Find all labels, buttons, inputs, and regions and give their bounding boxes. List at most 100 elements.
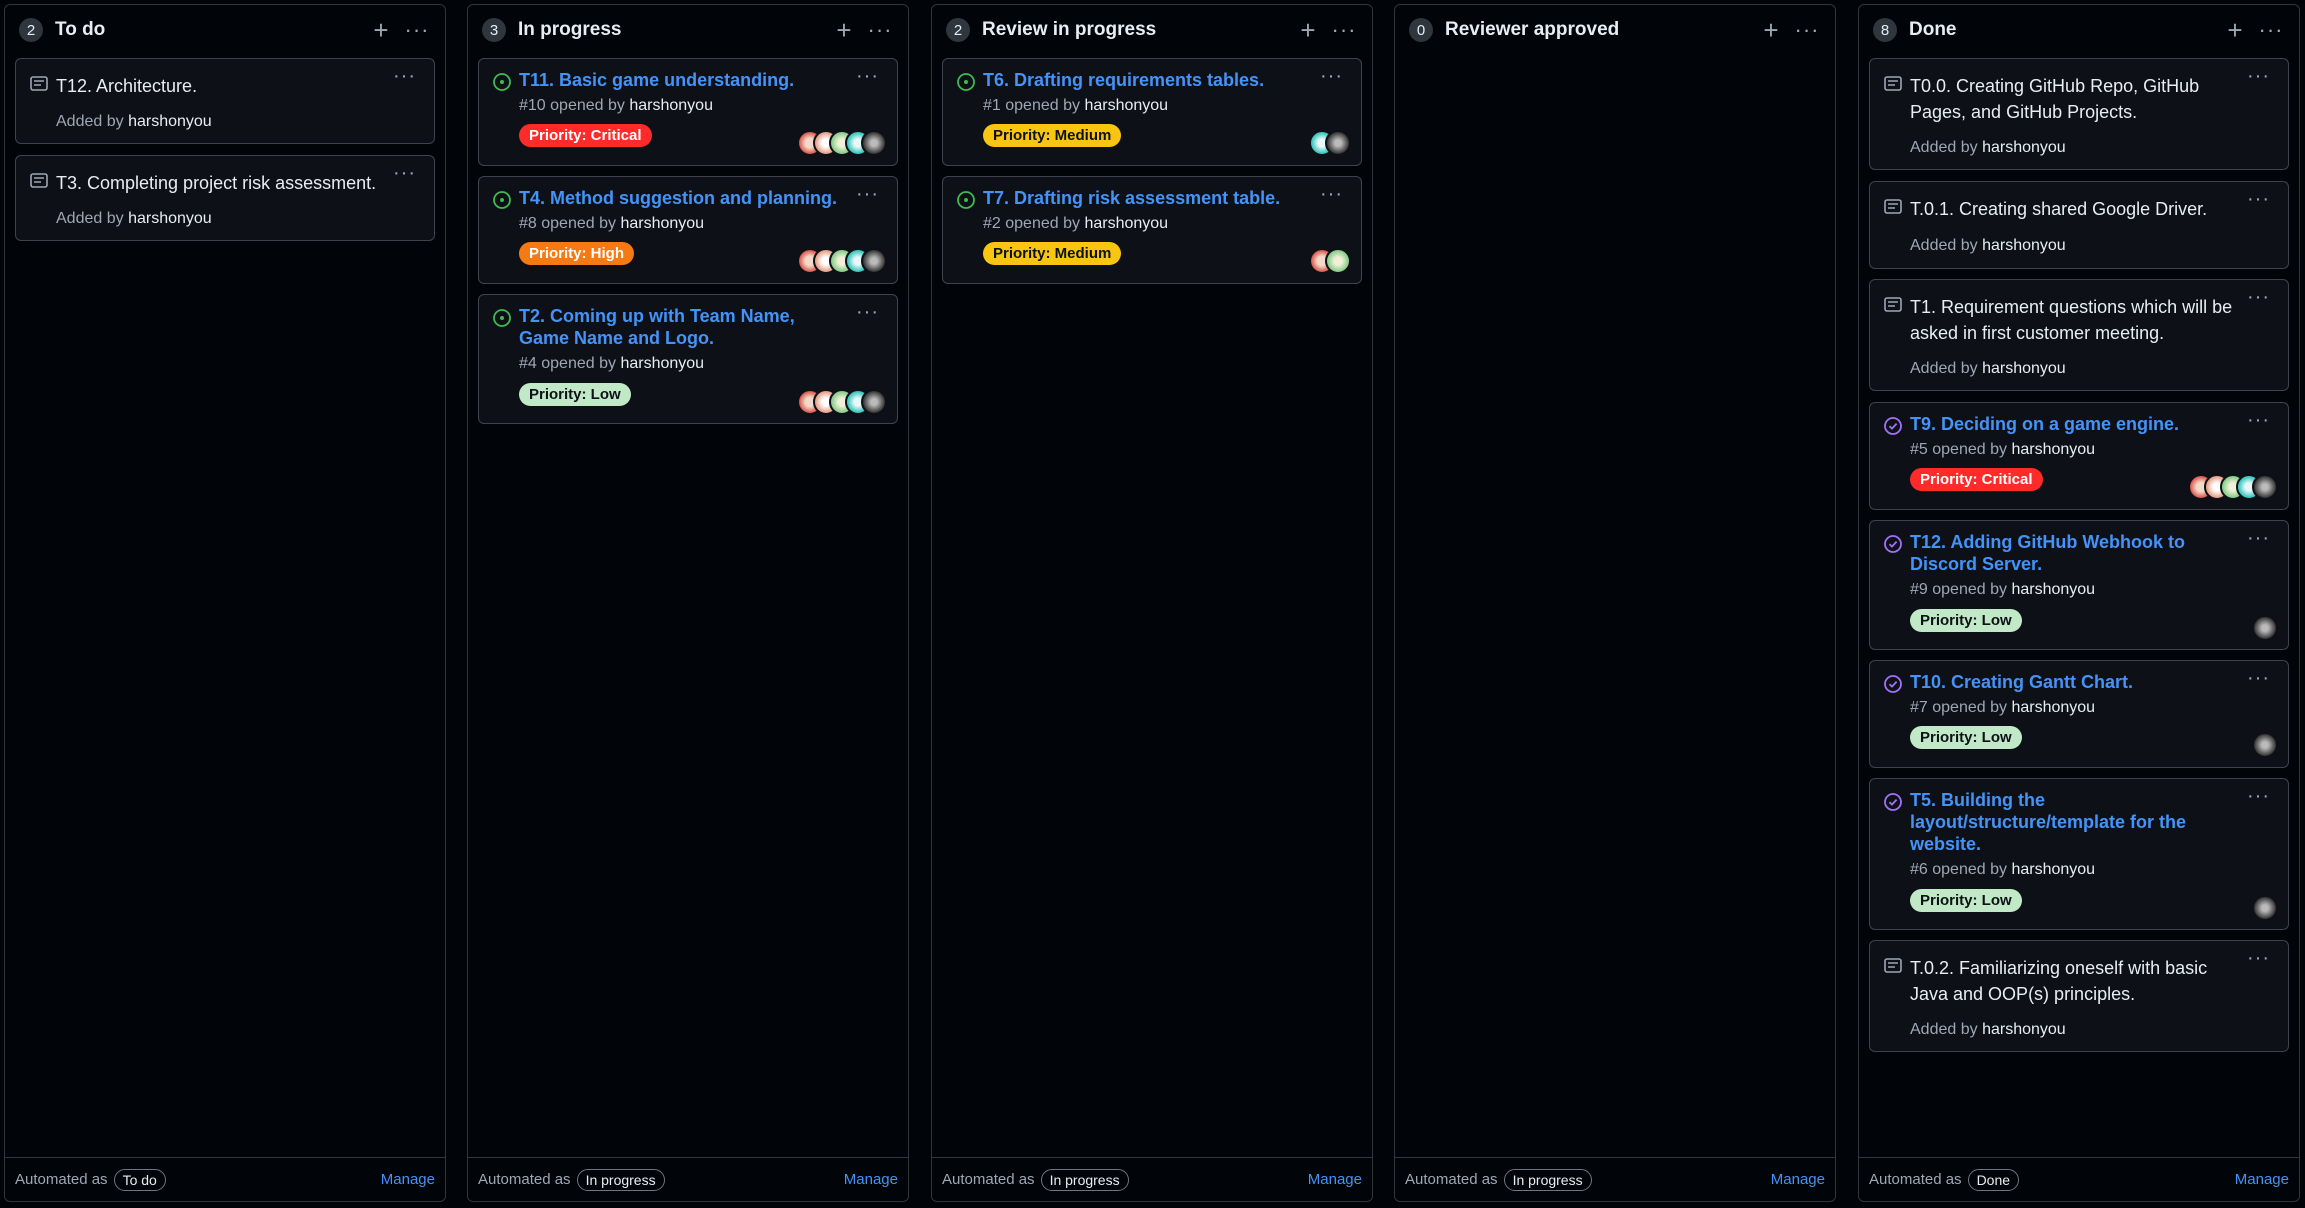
user-link[interactable]: harshonyou bbox=[128, 210, 212, 227]
issue-number: #1 bbox=[983, 97, 1001, 114]
avatar[interactable] bbox=[861, 389, 887, 415]
issue-card[interactable]: T6. Drafting requirements tables. #1 ope… bbox=[942, 58, 1362, 166]
card-menu-icon[interactable]: ··· bbox=[856, 301, 879, 324]
user-link[interactable]: harshonyou bbox=[2011, 581, 2095, 598]
priority-label[interactable]: Priority: Medium bbox=[983, 242, 1122, 265]
issue-card[interactable]: T2. Coming up with Team Name, Game Name … bbox=[478, 294, 898, 424]
assignee-avatars bbox=[2188, 474, 2278, 500]
avatar[interactable] bbox=[861, 248, 887, 274]
card-menu-icon[interactable]: ··· bbox=[2247, 409, 2270, 432]
user-link[interactable]: harshonyou bbox=[2011, 441, 2095, 458]
avatar[interactable] bbox=[2252, 615, 2278, 641]
avatar[interactable] bbox=[2252, 895, 2278, 921]
issue-title-link[interactable]: T6. Drafting requirements tables. bbox=[983, 69, 1307, 91]
user-link[interactable]: harshonyou bbox=[620, 215, 704, 232]
add-card-plus-icon[interactable]: + bbox=[1757, 15, 1785, 45]
avatar[interactable] bbox=[861, 130, 887, 156]
automation-label: Automated as bbox=[1405, 1171, 1498, 1188]
user-link[interactable]: harshonyou bbox=[2011, 861, 2095, 878]
user-link[interactable]: harshonyou bbox=[1982, 237, 2066, 254]
user-link[interactable]: harshonyou bbox=[2011, 699, 2095, 716]
priority-label[interactable]: Priority: Low bbox=[1910, 726, 2022, 749]
issue-number: #9 bbox=[1910, 581, 1928, 598]
automation-pill: In progress bbox=[1503, 1168, 1592, 1191]
issue-card[interactable]: T11. Basic game understanding. #10 opene… bbox=[478, 58, 898, 166]
note-card[interactable]: T.0.1. Creating shared Google Driver. Ad… bbox=[1869, 181, 2289, 269]
add-card-plus-icon[interactable]: + bbox=[2221, 15, 2249, 45]
manage-link[interactable]: Manage bbox=[2235, 1171, 2289, 1188]
card-count-badge: 8 bbox=[1873, 18, 1897, 42]
issue-card[interactable]: T5. Building the layout/structure/templa… bbox=[1869, 778, 2289, 930]
card-menu-icon[interactable]: ··· bbox=[393, 65, 416, 88]
issue-title-link[interactable]: T7. Drafting risk assessment table. bbox=[983, 187, 1307, 209]
issue-card[interactable]: T10. Creating Gantt Chart. #7 opened by … bbox=[1869, 660, 2289, 768]
column-menu-icon[interactable]: ··· bbox=[866, 16, 894, 44]
card-menu-icon[interactable]: ··· bbox=[856, 65, 879, 88]
avatar[interactable] bbox=[1325, 130, 1351, 156]
add-card-plus-icon[interactable]: + bbox=[367, 15, 395, 45]
priority-label[interactable]: Priority: Critical bbox=[1910, 468, 2043, 491]
manage-link[interactable]: Manage bbox=[844, 1171, 898, 1188]
issue-card[interactable]: T4. Method suggestion and planning. #8 o… bbox=[478, 176, 898, 284]
column-menu-icon[interactable]: ··· bbox=[1793, 16, 1821, 44]
user-link[interactable]: harshonyou bbox=[1982, 360, 2066, 377]
priority-label[interactable]: Priority: High bbox=[519, 242, 635, 265]
card-menu-icon[interactable]: ··· bbox=[2247, 527, 2270, 550]
card-menu-icon[interactable]: ··· bbox=[2247, 286, 2270, 309]
column-title: In progress bbox=[518, 19, 622, 40]
card-menu-icon[interactable]: ··· bbox=[2247, 188, 2270, 211]
issue-title-link[interactable]: T9. Deciding on a game engine. bbox=[1910, 413, 2234, 435]
added-by-label: Added by bbox=[1910, 237, 1978, 254]
user-link[interactable]: harshonyou bbox=[1982, 139, 2066, 156]
card-menu-icon[interactable]: ··· bbox=[2247, 667, 2270, 690]
user-link[interactable]: harshonyou bbox=[1084, 97, 1168, 114]
note-card[interactable]: T1. Requirement questions which will be … bbox=[1869, 279, 2289, 391]
add-card-plus-icon[interactable]: + bbox=[1294, 15, 1322, 45]
priority-label[interactable]: Priority: Medium bbox=[983, 124, 1122, 147]
issue-title-link[interactable]: T2. Coming up with Team Name, Game Name … bbox=[519, 305, 843, 349]
priority-label[interactable]: Priority: Critical bbox=[519, 124, 652, 147]
card-menu-icon[interactable]: ··· bbox=[1320, 183, 1343, 206]
note-card[interactable]: T0.0. Creating GitHub Repo, GitHub Pages… bbox=[1869, 58, 2289, 170]
add-card-plus-icon[interactable]: + bbox=[830, 15, 858, 45]
card-menu-icon[interactable]: ··· bbox=[1320, 65, 1343, 88]
card-menu-icon[interactable]: ··· bbox=[2247, 785, 2270, 808]
issue-title-link[interactable]: T12. Adding GitHub Webhook to Discord Se… bbox=[1910, 531, 2234, 575]
note-text: T.0.2. Familiarizing oneself with basic … bbox=[1910, 958, 2208, 1004]
issue-title-link[interactable]: T10. Creating Gantt Chart. bbox=[1910, 671, 2234, 693]
issue-title-link[interactable]: T5. Building the layout/structure/templa… bbox=[1910, 789, 2198, 855]
assignee-avatars bbox=[797, 248, 887, 274]
user-link[interactable]: harshonyou bbox=[620, 355, 704, 372]
avatar[interactable] bbox=[2252, 732, 2278, 758]
issue-title-link[interactable]: T4. Method suggestion and planning. bbox=[519, 187, 843, 209]
user-link[interactable]: harshonyou bbox=[1982, 1021, 2066, 1038]
card-menu-icon[interactable]: ··· bbox=[856, 183, 879, 206]
note-card[interactable]: T.0.2. Familiarizing oneself with basic … bbox=[1869, 940, 2289, 1052]
avatar[interactable] bbox=[2252, 474, 2278, 500]
added-by: Added by harshonyou bbox=[1910, 1021, 2066, 1039]
avatar[interactable] bbox=[1325, 248, 1351, 274]
issue-card[interactable]: T9. Deciding on a game engine. #5 opened… bbox=[1869, 402, 2289, 510]
card-menu-icon[interactable]: ··· bbox=[2247, 947, 2270, 970]
note-card[interactable]: T12. Architecture. Added by harshonyou ·… bbox=[15, 58, 435, 144]
automation-pill: In progress bbox=[576, 1168, 665, 1191]
issue-card[interactable]: T7. Drafting risk assessment table. #2 o… bbox=[942, 176, 1362, 284]
column-menu-icon[interactable]: ··· bbox=[2257, 16, 2285, 44]
issue-card[interactable]: T12. Adding GitHub Webhook to Discord Se… bbox=[1869, 520, 2289, 650]
card-menu-icon[interactable]: ··· bbox=[2247, 65, 2270, 88]
manage-link[interactable]: Manage bbox=[1308, 1171, 1362, 1188]
priority-label[interactable]: Priority: Low bbox=[519, 383, 631, 406]
card-menu-icon[interactable]: ··· bbox=[393, 162, 416, 185]
manage-link[interactable]: Manage bbox=[381, 1171, 435, 1188]
column-menu-icon[interactable]: ··· bbox=[1330, 16, 1358, 44]
manage-link[interactable]: Manage bbox=[1771, 1171, 1825, 1188]
user-link[interactable]: harshonyou bbox=[128, 113, 212, 130]
user-link[interactable]: harshonyou bbox=[629, 97, 713, 114]
column-menu-icon[interactable]: ··· bbox=[403, 16, 431, 44]
added-by: Added by harshonyou bbox=[1910, 237, 2066, 255]
priority-label[interactable]: Priority: Low bbox=[1910, 609, 2022, 632]
priority-label[interactable]: Priority: Low bbox=[1910, 889, 2022, 912]
user-link[interactable]: harshonyou bbox=[1084, 215, 1168, 232]
issue-title-link[interactable]: T11. Basic game understanding. bbox=[519, 69, 843, 91]
note-card[interactable]: T3. Completing project risk assessment. … bbox=[15, 155, 435, 241]
